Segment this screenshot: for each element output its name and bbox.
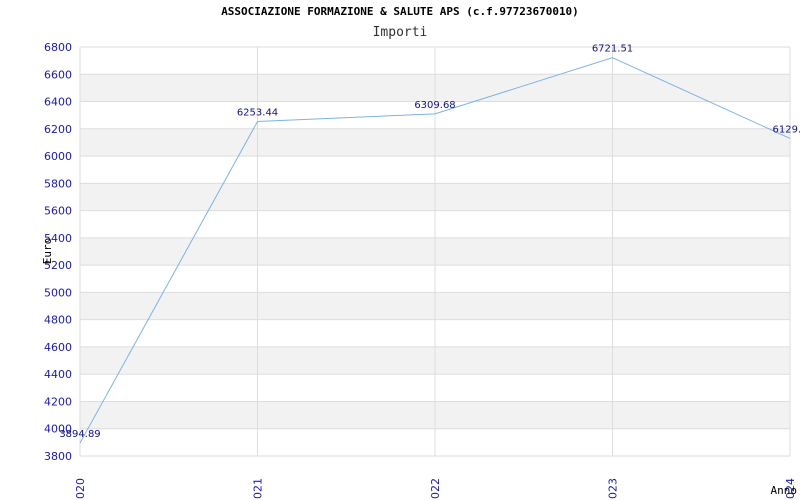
- data-label: 6129.6: [773, 124, 800, 135]
- y-tick-label: 4800: [44, 314, 72, 327]
- data-label: 6721.51: [592, 44, 633, 55]
- data-label: 6253.44: [237, 108, 278, 119]
- y-tick-label: 5800: [44, 177, 72, 190]
- y-tick-label: 6800: [44, 41, 72, 54]
- y-tick-label: 6200: [44, 123, 72, 136]
- x-axis-ticks: 2020 2021 2022 2023 2024: [74, 478, 797, 500]
- data-label: 3894.89: [59, 429, 100, 440]
- x-tick-label: 2021: [252, 478, 265, 500]
- y-tick-label: 3800: [44, 450, 72, 463]
- x-tick-label: 2020: [74, 478, 87, 500]
- x-tick-label: 2022: [429, 478, 442, 500]
- x-tick-label: 2023: [607, 478, 620, 500]
- y-tick-label: 6000: [44, 150, 72, 163]
- y-tick-label: 4600: [44, 341, 72, 354]
- y-axis-label: Euro: [41, 238, 54, 265]
- line-chart: 3800400042004400460048005000520054005600…: [41, 41, 800, 500]
- y-tick-label: 4400: [44, 368, 72, 381]
- y-tick-label: 4200: [44, 395, 72, 408]
- y-tick-label: 5000: [44, 286, 72, 299]
- y-tick-label: 6400: [44, 96, 72, 109]
- data-label: 6309.68: [414, 100, 455, 111]
- y-tick-label: 5600: [44, 205, 72, 218]
- x-axis-label: Anno: [771, 484, 798, 497]
- y-tick-label: 6600: [44, 68, 72, 81]
